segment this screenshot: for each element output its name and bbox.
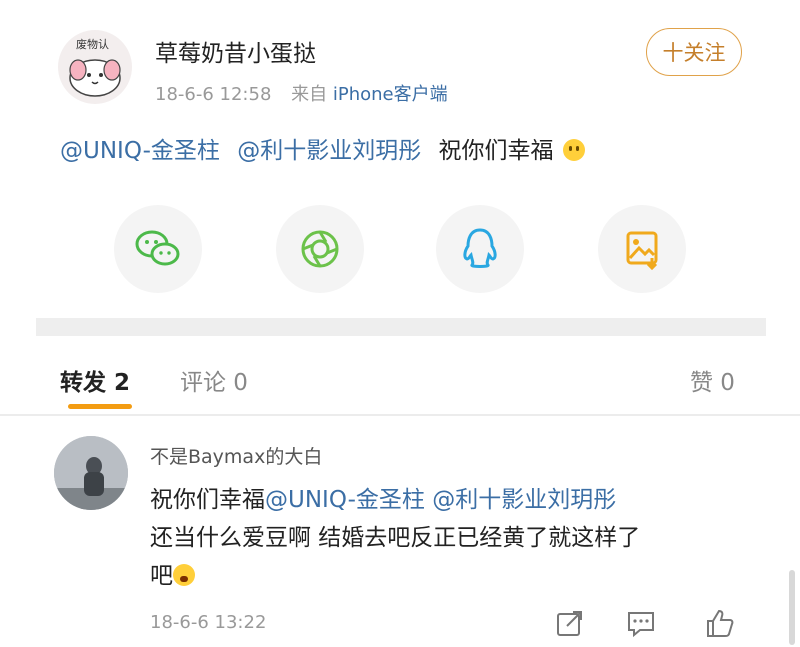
repost-avatar[interactable] bbox=[54, 436, 128, 510]
source-client[interactable]: iPhone客户端 bbox=[333, 84, 448, 105]
active-tab-indicator bbox=[68, 404, 132, 409]
repost-text: 祝你们幸福@UNIQ-金圣柱 @利十影业刘玥彤 还当什么爱豆啊 结婚去吧反正已经… bbox=[150, 481, 770, 595]
forward-icon[interactable] bbox=[553, 606, 587, 640]
mention-link[interactable]: @利十影业刘玥彤 bbox=[237, 138, 421, 164]
mention-link[interactable]: @UNIQ-金圣柱 bbox=[60, 138, 220, 164]
shocked-emoji-icon bbox=[173, 564, 195, 586]
repost-line: 吧 bbox=[150, 563, 173, 589]
repost-message: 祝你们幸福 bbox=[150, 487, 265, 513]
post-text: @UNIQ-金圣柱 @利十影业刘玥彤 祝你们幸福 bbox=[60, 131, 585, 165]
save-image-button[interactable] bbox=[598, 205, 686, 293]
tab-forward[interactable]: 转发 2 bbox=[60, 363, 130, 397]
section-divider bbox=[36, 318, 766, 336]
share-moments-button[interactable] bbox=[276, 205, 364, 293]
comment-icon[interactable] bbox=[624, 606, 658, 640]
post-message: 祝你们幸福 bbox=[438, 138, 554, 164]
qq-icon bbox=[463, 228, 497, 268]
source-prefix: 来自 bbox=[291, 84, 328, 105]
like-icon[interactable] bbox=[702, 606, 736, 640]
mention-link[interactable]: @利十影业刘玥彤 bbox=[432, 487, 616, 513]
repost-username[interactable]: 不是Baymax的大白 bbox=[150, 442, 322, 469]
share-wechat-button[interactable] bbox=[114, 205, 202, 293]
repost-line: 还当什么爱豆啊 结婚去吧反正已经黄了就这样了 bbox=[150, 525, 641, 551]
save-image-icon bbox=[626, 231, 658, 270]
mention-link[interactable]: @UNIQ-金圣柱 bbox=[265, 487, 425, 513]
repost-time: 18-6-6 13:22 bbox=[150, 612, 267, 633]
share-row bbox=[0, 205, 800, 295]
follow-button[interactable]: 十关注 bbox=[646, 28, 742, 76]
share-qq-button[interactable] bbox=[436, 205, 524, 293]
tab-comment[interactable]: 评论 0 bbox=[180, 363, 248, 397]
avatar-text: 废物认 bbox=[76, 38, 109, 51]
post-time: 18-6-6 12:58 bbox=[155, 84, 272, 105]
smile-emoji-icon bbox=[562, 139, 585, 161]
post-meta: 18-6-6 12:58 来自 iPhone客户端 bbox=[155, 80, 448, 106]
author-avatar[interactable]: 废物认 bbox=[58, 30, 132, 104]
tab-like[interactable]: 赞 0 bbox=[690, 363, 735, 397]
avatar-photo bbox=[54, 436, 128, 510]
post-card: 废物认 草莓奶昔小蛋挞 18-6-6 12:58 来自 iPhone客户端 十关… bbox=[0, 0, 800, 318]
scrollbar[interactable] bbox=[789, 570, 795, 645]
interaction-tabs: 转发 2 评论 0 赞 0 bbox=[0, 345, 800, 415]
repost-item: 不是Baymax的大白 祝你们幸福@UNIQ-金圣柱 @利十影业刘玥彤 还当什么… bbox=[0, 416, 800, 647]
author-name[interactable]: 草莓奶昔小蛋挞 bbox=[155, 34, 316, 68]
moments-icon bbox=[301, 230, 339, 268]
wechat-icon bbox=[135, 230, 180, 266]
